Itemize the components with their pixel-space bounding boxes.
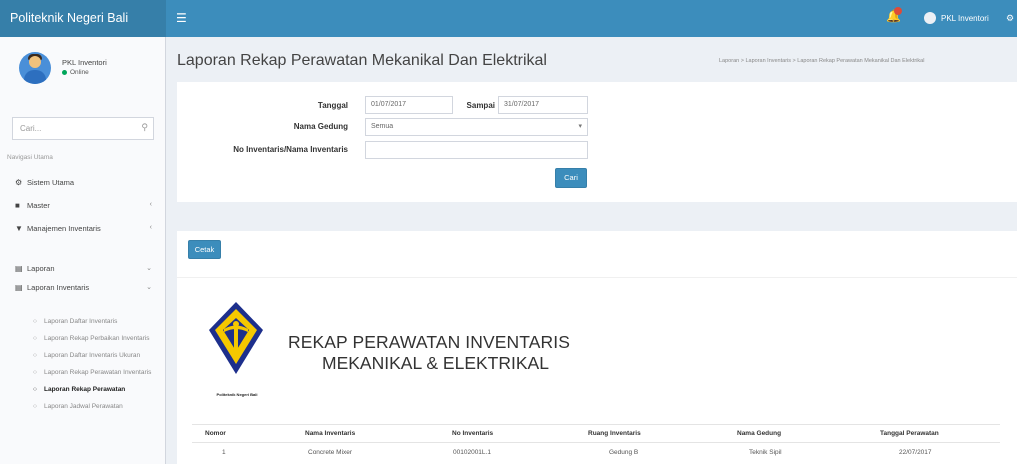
report-divider	[177, 277, 1017, 278]
gedung-select[interactable]: Semua ▾	[365, 118, 588, 136]
sidebar-item-laporan-inventaris[interactable]: ▤ Laporan Inventaris ⌄	[0, 278, 165, 298]
user-status: Online	[62, 69, 89, 76]
nav-user-name[interactable]: PKL Inventori	[941, 0, 989, 37]
inventaris-input[interactable]	[365, 141, 588, 159]
sidebar-search: ⚲	[12, 117, 154, 140]
sidebar-subitem[interactable]: ○ Laporan Daftar Inventaris	[0, 315, 165, 330]
chevron-down-icon: ▾	[578, 123, 582, 130]
sidebar-subitem[interactable]: ○ Laporan Rekap Perawatan Inventaris	[0, 366, 165, 381]
cari-button[interactable]: Cari	[555, 168, 587, 188]
col-header-tanggal-perawatan: Tanggal Perawatan	[880, 430, 939, 437]
sampai-label: Sampai	[466, 101, 495, 110]
sidebar-item-master[interactable]: ■ Master ‹	[0, 196, 165, 216]
sidebar-subitem[interactable]: ○ Laporan Jadwal Perawatan	[0, 400, 165, 415]
sidebar-user-name: PKL Inventori	[62, 58, 107, 67]
col-header-nama-gedung: Nama Gedung	[737, 430, 782, 437]
search-input[interactable]	[13, 118, 133, 139]
cart-icon: ▼	[15, 224, 23, 233]
col-header-nama-inventaris: Nama Inventaris	[305, 430, 356, 437]
user-status-text: Online	[70, 69, 89, 76]
table-top-border	[192, 424, 1000, 425]
col-header-nomor: Nomor	[205, 430, 226, 437]
nav-avatar[interactable]	[924, 12, 936, 24]
inventaris-label: No Inventaris/Nama Inventaris	[233, 145, 348, 154]
report-title-line1: REKAP PERAWATAN INVENTARIS	[288, 332, 571, 352]
breadcrumb[interactable]: Laporan > Laporan Inventaris > Laporan R…	[719, 58, 924, 64]
sidebar-subitem[interactable]: ○ Laporan Rekap Perbaikan Inventaris	[0, 332, 165, 347]
filter-panel	[177, 82, 1017, 202]
sidebar: PKL Inventori Online ⚲ Navigasi Utama ⚙ …	[0, 37, 166, 464]
col-header-no-inventaris: No Inventaris	[452, 430, 494, 437]
chevron-down-icon: ⌄	[146, 265, 152, 272]
sidebar-subitem-active[interactable]: ○ Laporan Rekap Perawatan	[0, 383, 165, 398]
sidebar-item-sistem-utama[interactable]: ⚙ Sistem Utama	[0, 173, 165, 193]
tanggal-input[interactable]: 01/07/2017	[365, 96, 453, 114]
search-icon[interactable]: ⚲	[141, 122, 148, 133]
table-cell-no-inventaris: 00102001L.1	[453, 449, 491, 456]
database-icon: ■	[15, 201, 20, 210]
col-header-ruang-inventaris: Ruang Inventaris	[588, 430, 641, 437]
sidebar-item-laporan[interactable]: ▤ Laporan ⌄	[0, 259, 165, 279]
table-cell-nama-inventaris: Concrete Mixer	[308, 449, 353, 456]
top-navbar: Politeknik Negeri Bali ☰ 🔔 PKL Inventori…	[0, 0, 1017, 37]
notification-badge	[894, 7, 902, 15]
report-title-line2: MEKANIKAL & ELEKTRIKAL	[322, 353, 549, 373]
chevron-left-icon: ‹	[149, 201, 152, 208]
page-title: Laporan Rekap Perawatan Mekanikal Dan El…	[177, 52, 547, 69]
chevron-down-icon: ⌄	[146, 284, 152, 291]
status-dot-icon	[62, 69, 67, 75]
tanggal-label: Tanggal	[317, 101, 348, 110]
table-cell-tanggal-perawatan: 22/07/2017	[899, 449, 932, 456]
logo-caption: Politeknik Negeri Bali	[216, 392, 258, 397]
table-cell-nomor: 1	[222, 449, 226, 456]
sidebar-subitem[interactable]: ○ Laporan Daftar Inventaris Ukuran	[0, 349, 165, 364]
gedung-select-value: Semua	[371, 123, 394, 130]
sidebar-item-manajemen-inventaris[interactable]: ▼ Manajemen Inventaris ‹	[0, 219, 165, 239]
table-cell-nama-gedung: Teknik Sipil	[749, 449, 782, 456]
cetak-button[interactable]: Cetak	[188, 240, 221, 259]
chevron-left-icon: ‹	[149, 224, 152, 231]
file-icon: ▤	[15, 283, 23, 292]
hamburger-icon[interactable]: ☰	[176, 11, 190, 25]
table-cell-ruang-inventaris: Gedung B	[609, 449, 639, 456]
pnb-logo	[205, 300, 267, 385]
sidebar-section-header: Navigasi Utama	[7, 154, 53, 161]
settings-icon: ⚙	[15, 178, 23, 187]
file-icon: ▤	[15, 264, 23, 273]
gear-icon[interactable]: ⚙	[1006, 0, 1014, 37]
gedung-label: Nama Gedung	[293, 122, 348, 131]
user-avatar	[19, 52, 51, 84]
table-header-border	[192, 442, 1000, 443]
brand-logo[interactable]: Politeknik Negeri Bali	[0, 0, 166, 37]
sampai-input[interactable]: 31/07/2017	[498, 96, 588, 114]
